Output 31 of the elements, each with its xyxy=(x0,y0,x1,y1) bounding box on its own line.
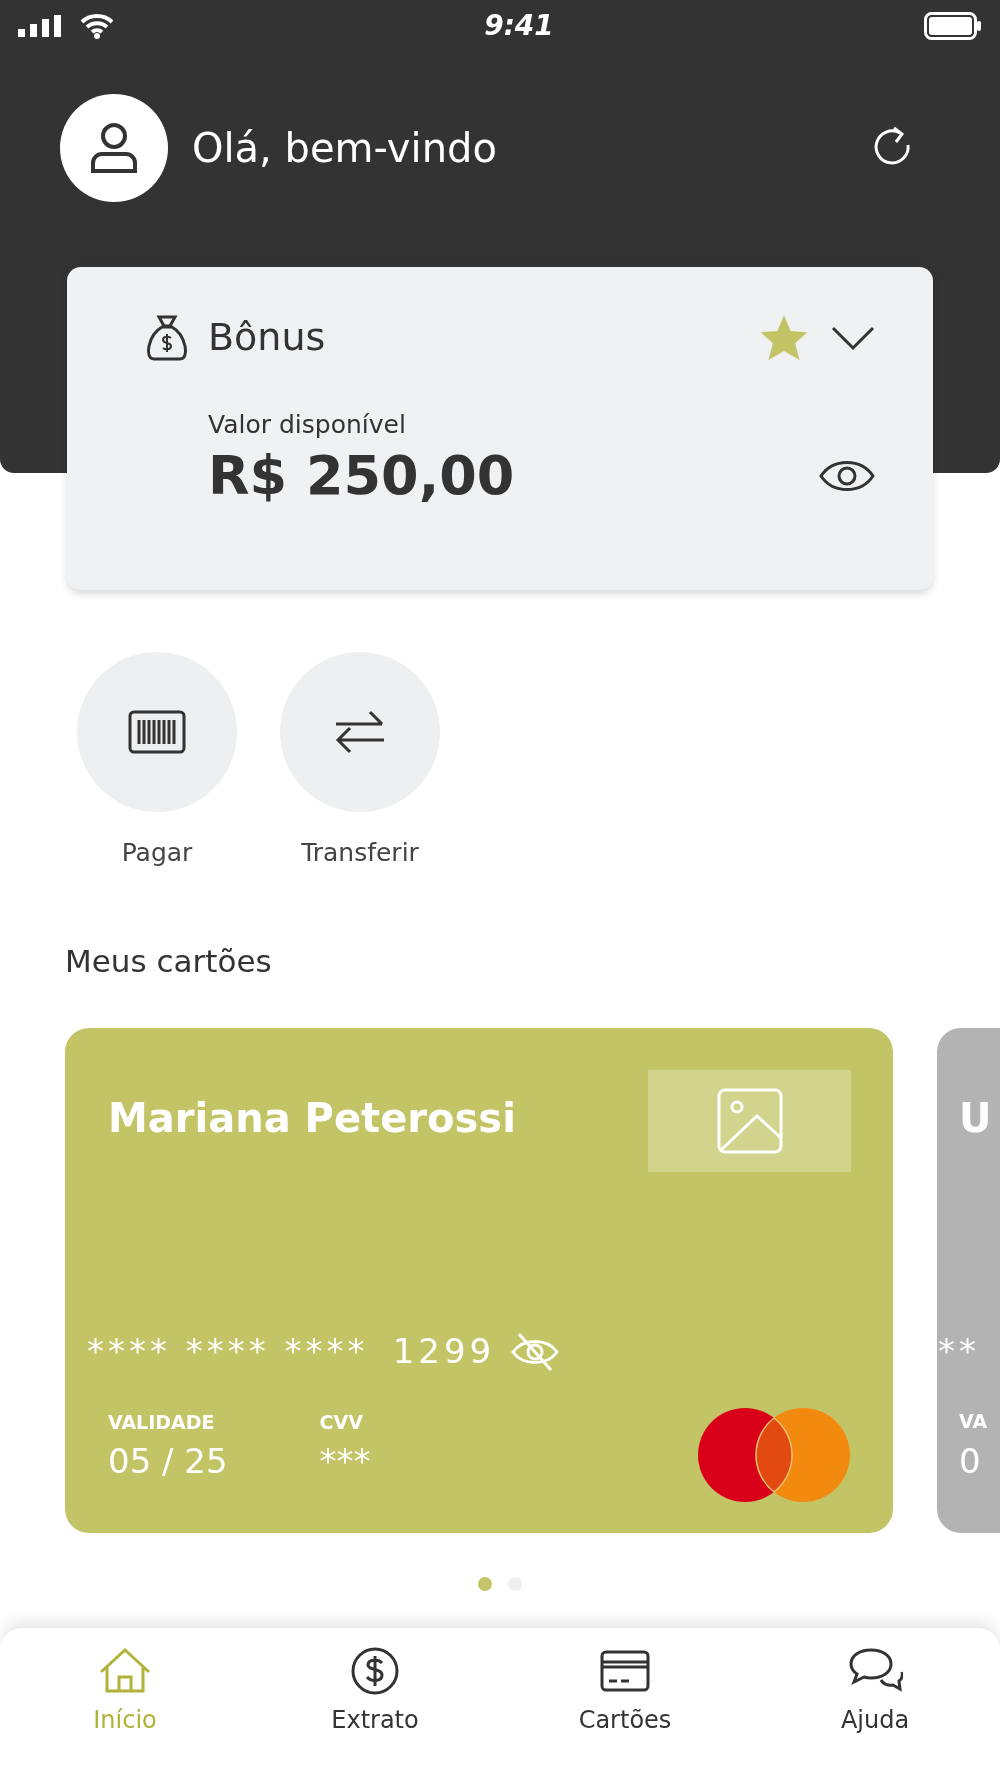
home-icon xyxy=(97,1646,153,1696)
signal-icon xyxy=(18,15,64,37)
greeting: Olá, bem-vindo xyxy=(192,124,497,173)
star-icon[interactable] xyxy=(761,315,807,360)
user-icon xyxy=(89,122,139,174)
balance-label: Valor disponível xyxy=(208,409,407,441)
image-icon xyxy=(716,1088,783,1154)
battery-icon xyxy=(924,12,982,40)
card-title: Bônus xyxy=(208,314,326,361)
nav-tab[interactable]: Cartões xyxy=(500,1628,750,1778)
expiry-label: VALIDADE xyxy=(108,1409,216,1435)
card-number: ** xyxy=(938,1330,980,1373)
balance-amount: R$ 250,00 xyxy=(208,443,515,509)
expiry-label: VA xyxy=(959,1409,988,1434)
chevron-icon[interactable] xyxy=(831,324,875,351)
wifi-icon xyxy=(80,13,114,39)
nav-tab[interactable]: Extrato xyxy=(250,1628,500,1778)
pager-dot[interactable] xyxy=(478,1577,492,1591)
cvv-label: CVV xyxy=(319,1409,364,1435)
cvv-value: *** xyxy=(319,1440,371,1483)
card-last-digits: 1299 xyxy=(392,1330,496,1373)
cardholder-name: Mariana Peterossi xyxy=(108,1094,516,1143)
cardholder-name: U xyxy=(959,1094,992,1143)
action-label: Transferir xyxy=(301,837,419,869)
card-number: **** **** **** xyxy=(87,1330,369,1373)
status-time: 9:41 xyxy=(484,8,554,44)
expiry-date: 0 xyxy=(959,1439,982,1483)
action-label: Pagar xyxy=(121,837,193,869)
expiry-date: 05 / 25 xyxy=(108,1440,228,1483)
section-title: Meus cartões xyxy=(65,941,273,981)
nav-tab[interactable]: Ajuda xyxy=(750,1628,1000,1778)
